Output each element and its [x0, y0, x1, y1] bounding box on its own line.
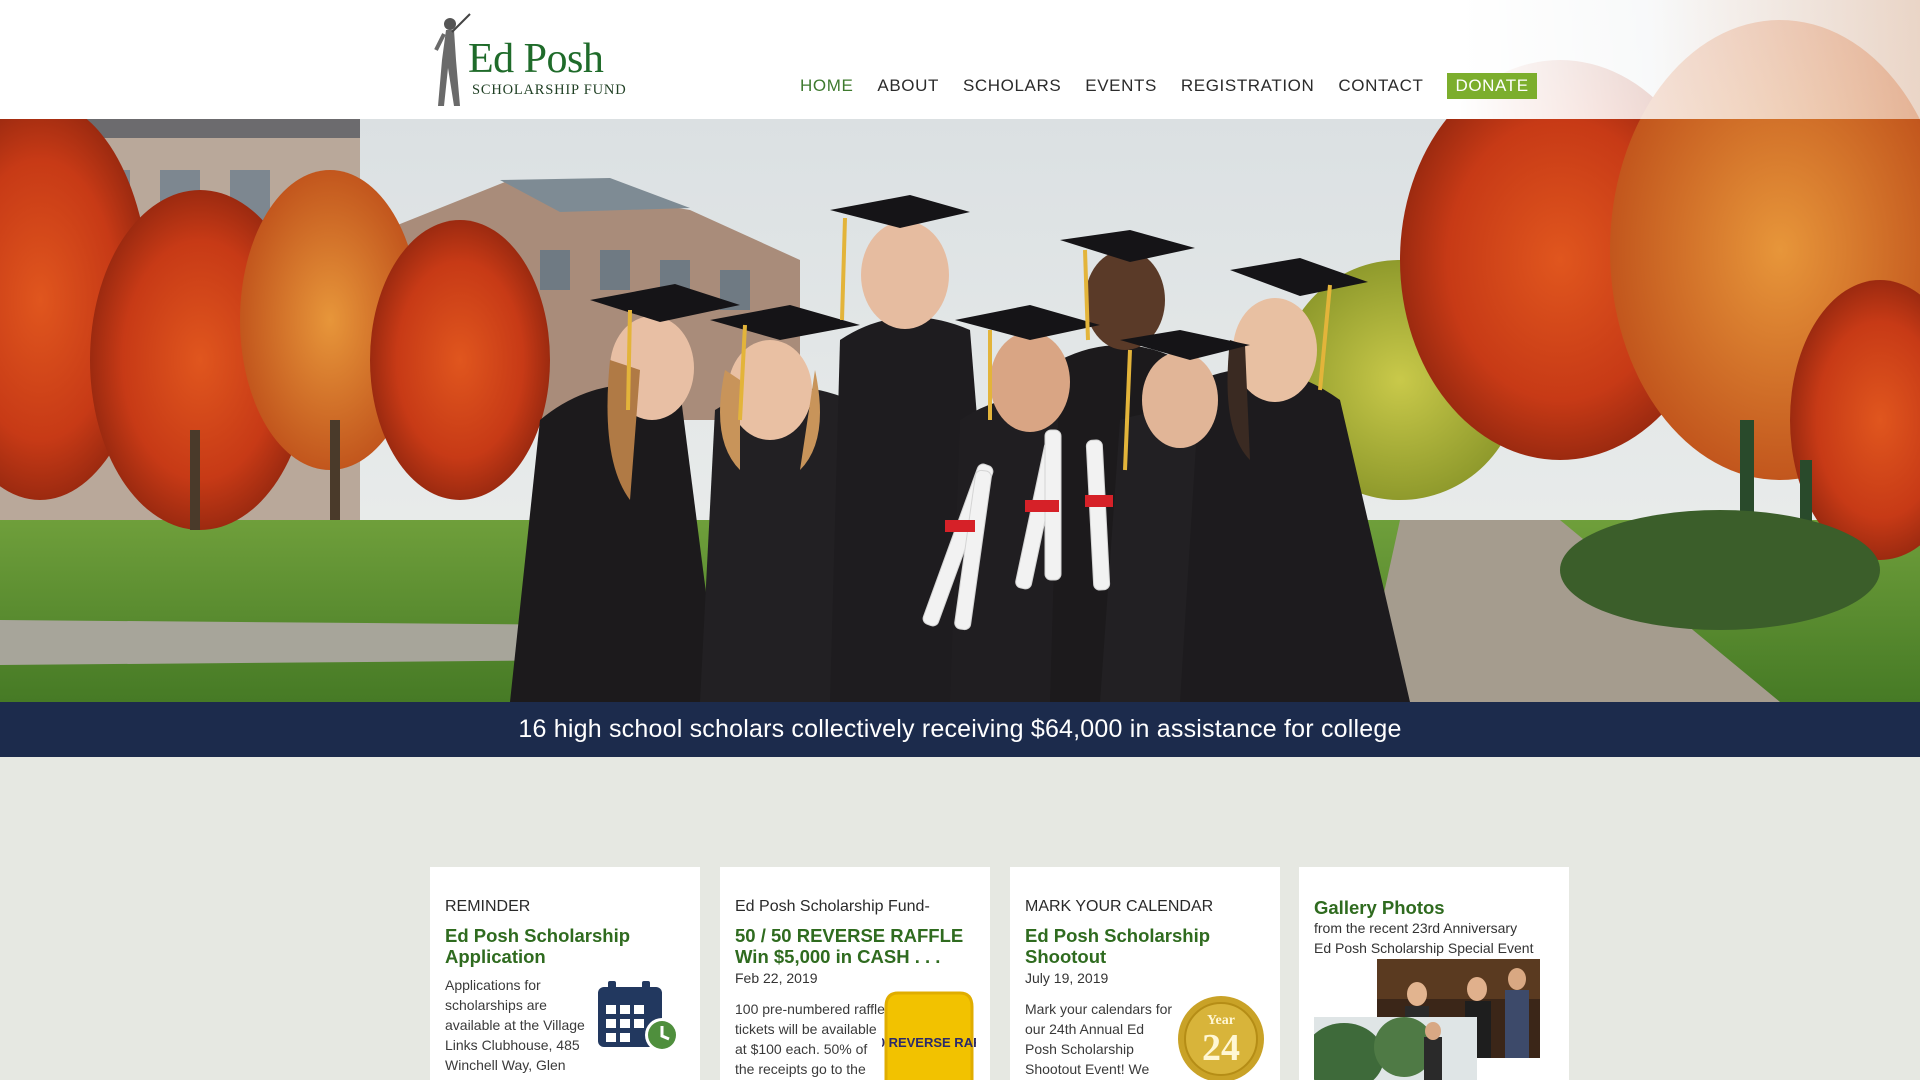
card-kicker: Ed Posh Scholarship Fund- — [735, 898, 930, 915]
card-shootout[interactable]: MARK YOUR CALENDAR Ed Posh Scholarship S… — [1010, 867, 1280, 1080]
card-date: July 19, 2019 — [1025, 970, 1109, 986]
site-header: Ed Posh SCHOLARSHIP FUND HOME ABOUT SCHO… — [0, 0, 1920, 119]
card-subtitle-line1: from the recent 23rd Anniversary — [1314, 920, 1518, 936]
site-logo[interactable]: Ed Posh SCHOLARSHIP FUND — [428, 10, 628, 108]
year-24-badge-icon: Year 24 — [1178, 996, 1264, 1080]
badge-year-label: Year — [1207, 1013, 1235, 1028]
card-title[interactable]: Gallery Photos — [1314, 897, 1554, 918]
card-kicker: MARK YOUR CALENDAR — [1025, 898, 1214, 915]
card-body: 100 pre-numbered raffle tickets will be … — [735, 1001, 885, 1077]
card-title[interactable]: 50 / 50 REVERSE RAFFLE Win $5,000 in CAS… — [735, 925, 975, 967]
raffle-icon-text: 50/50 REVERSE RAFFLE — [882, 1035, 976, 1050]
hero-caption-bar: 16 high school scholars collectively rec… — [0, 702, 1920, 757]
nav-registration[interactable]: REGISTRATION — [1181, 73, 1314, 99]
raffle-ticket-icon: 50/50 REVERSE RAFFLE — [882, 991, 976, 1080]
badge-number: 24 — [1202, 1027, 1240, 1069]
card-body: Applications for scholarships are availa… — [445, 977, 585, 1080]
card-raffle[interactable]: Ed Posh Scholarship Fund- 50 / 50 REVERS… — [720, 867, 990, 1080]
nav-events[interactable]: EVENTS — [1085, 73, 1157, 99]
card-body: Mark your calendars for our 24th Annual … — [1025, 1001, 1173, 1077]
donate-button[interactable]: DONATE — [1447, 73, 1537, 99]
card-subtitle-line2: Ed Posh Scholarship Special Event — [1314, 940, 1534, 956]
card-kicker: REMINDER — [445, 898, 531, 915]
nav-about[interactable]: ABOUT — [877, 73, 939, 99]
card-title[interactable]: Ed Posh Scholarship Application — [445, 925, 685, 967]
card-gallery[interactable]: Gallery Photos from the recent 23rd Anni… — [1299, 867, 1569, 1080]
card-reminder[interactable]: REMINDER Ed Posh Scholarship Application… — [430, 867, 700, 1080]
logo-name: Ed Posh — [468, 36, 604, 82]
card-date: Feb 22, 2019 — [735, 970, 818, 986]
nav-scholars[interactable]: SCHOLARS — [963, 73, 1061, 99]
logo-subtitle: SCHOLARSHIP FUND — [472, 82, 627, 98]
hero-caption: 16 high school scholars collectively rec… — [518, 715, 1402, 743]
gallery-photo-2[interactable] — [1314, 1017, 1477, 1080]
main-nav: HOME ABOUT SCHOLARS EVENTS REGISTRATION … — [800, 73, 1537, 99]
nav-contact[interactable]: CONTACT — [1338, 73, 1423, 99]
calendar-clock-icon — [598, 981, 679, 1052]
nav-home[interactable]: HOME — [800, 73, 853, 99]
card-title[interactable]: Ed Posh Scholarship Shootout — [1025, 925, 1265, 967]
